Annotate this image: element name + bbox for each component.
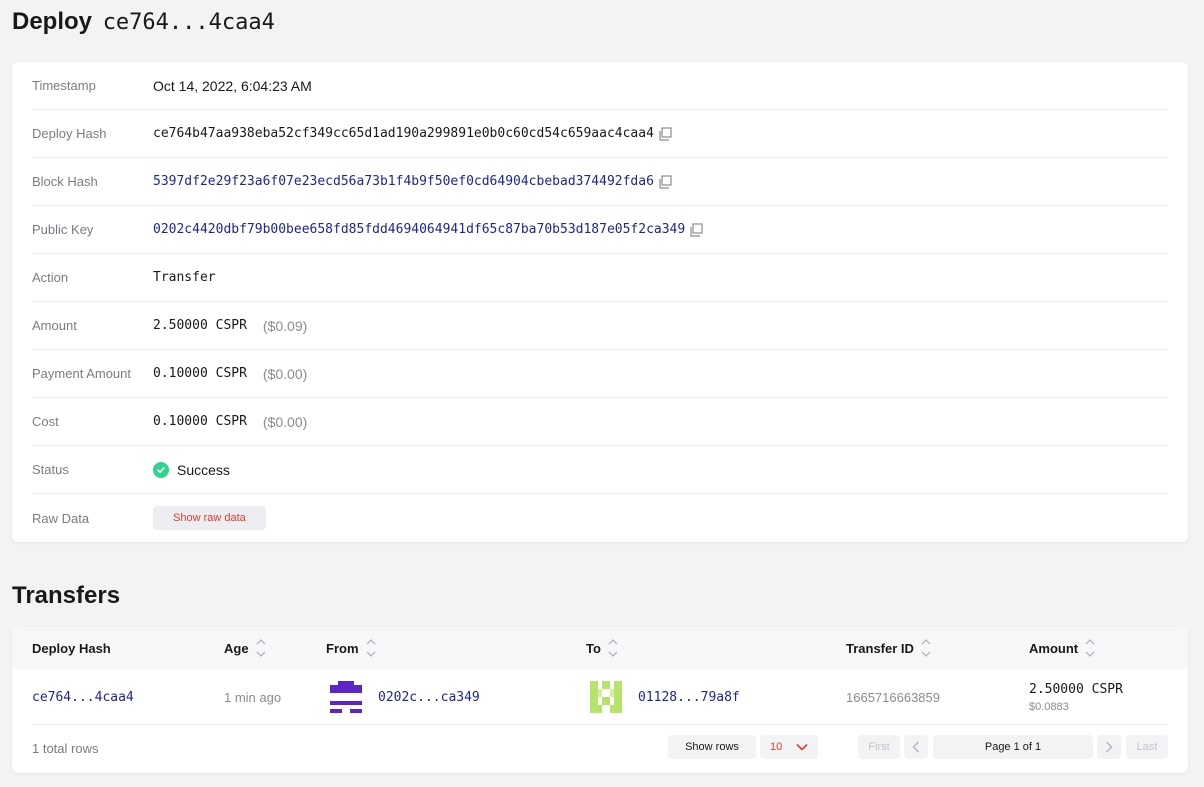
detail-row-payment-amount: Payment Amount 0.10000 CSPR ($0.00) (32, 350, 1168, 398)
column-label: Amount (1029, 640, 1079, 656)
transfers-table: Deploy Hash Age From To Transfer ID Amou… (12, 627, 1188, 773)
sort-icon[interactable] (1084, 637, 1096, 659)
column-header-to[interactable]: To (586, 627, 619, 669)
detail-row-deploy-hash: Deploy Hash ce764b47aa938eba52cf349cc65d… (32, 110, 1168, 158)
row-amount-cspr: 2.50000 CSPR (1029, 681, 1123, 697)
deploy-details-card: Timestamp Oct 14, 2022, 6:04:23 AM Deplo… (12, 62, 1188, 542)
from-account-avatar (330, 681, 362, 713)
cost-cspr: 0.10000 CSPR (153, 414, 247, 429)
amount-fiat: ($0.09) (262, 317, 308, 334)
detail-row-block-hash: Block Hash 5397df2e29f23a6f07e23ecd56a73… (32, 158, 1168, 206)
sort-icon[interactable] (607, 637, 619, 659)
detail-label: Timestamp (32, 78, 96, 93)
row-transfer-id: 1665716663859 (846, 689, 940, 705)
page-title: Deploy ce764...4caa4 (12, 8, 275, 36)
timestamp-value: Oct 14, 2022, 6:04:23 AM (153, 77, 312, 94)
row-from: 0202c...ca349 (330, 669, 480, 725)
column-label: Age (224, 640, 249, 656)
table-footer: 1 total rows Show rows 10 First Page 1 o… (12, 725, 1188, 773)
row-amount: 2.50000 CSPR $0.0883 (1029, 669, 1123, 725)
show-raw-data-button[interactable]: Show raw data (153, 506, 266, 530)
detail-row-public-key: Public Key 0202c4420dbf79b00bee658fd85fd… (32, 206, 1168, 254)
chevron-down-icon (796, 743, 808, 751)
row-to: 01128...79a8f (590, 669, 740, 725)
to-account-avatar (590, 681, 622, 713)
block-hash-value: 5397df2e29f23a6f07e23ecd56a73b1f4b9f50ef… (153, 174, 672, 189)
sort-icon[interactable] (365, 637, 377, 659)
row-age: 1 min ago (224, 689, 282, 705)
detail-row-status: Status Success (32, 446, 1168, 494)
row-amount-fiat: $0.0883 (1029, 700, 1069, 713)
transfers-title: Transfers (12, 582, 121, 609)
last-page-button[interactable]: Last (1126, 735, 1168, 759)
column-header-from[interactable]: From (326, 627, 377, 669)
detail-row-amount: Amount 2.50000 CSPR ($0.09) (32, 302, 1168, 350)
column-label: From (326, 640, 359, 656)
amount-value: 2.50000 CSPR ($0.09) (153, 318, 307, 334)
column-header-age[interactable]: Age (224, 627, 267, 669)
cost-fiat: ($0.00) (262, 413, 308, 430)
detail-row-raw-data: Raw Data Show raw data (32, 494, 1168, 542)
table-row: ce764...4caa4 1 min ago 0202c...ca349 01… (32, 669, 1168, 725)
column-label: To (586, 640, 601, 656)
public-key-link[interactable]: 0202c4420dbf79b00bee658fd85fdd4694064941… (153, 222, 685, 237)
detail-label: Deploy Hash (32, 126, 107, 141)
column-header-amount[interactable]: Amount (1029, 627, 1096, 669)
column-header-transfer-id[interactable]: Transfer ID (846, 627, 932, 669)
status-text: Success (177, 461, 230, 478)
copy-icon[interactable] (658, 126, 672, 141)
first-page-button[interactable]: First (858, 735, 900, 759)
raw-data-value: Show raw data (153, 506, 266, 530)
public-key-value: 0202c4420dbf79b00bee658fd85fdd4694064941… (153, 222, 703, 237)
detail-label: Raw Data (32, 510, 90, 526)
table-header: Deploy Hash Age From To Transfer ID Amou… (12, 627, 1188, 669)
column-label: Deploy Hash (32, 640, 111, 656)
column-label: Transfer ID (846, 640, 914, 656)
check-icon (153, 461, 169, 478)
deploy-hash-text: ce764b47aa938eba52cf349cc65d1ad190a29989… (153, 126, 654, 141)
amount-cspr: 2.50000 CSPR (153, 318, 247, 333)
detail-label: Status (32, 462, 69, 477)
cost-value: 0.10000 CSPR ($0.00) (153, 414, 307, 430)
detail-label: Block Hash (32, 174, 98, 189)
copy-icon[interactable] (658, 174, 672, 189)
row-deploy-hash-link[interactable]: ce764...4caa4 (32, 669, 134, 725)
detail-label: Public Key (32, 222, 94, 237)
prev-page-button[interactable] (904, 735, 928, 759)
detail-label: Cost (32, 414, 59, 429)
payment-amount-value: 0.10000 CSPR ($0.00) (153, 366, 307, 382)
rows-per-page-value: 10 (770, 741, 783, 753)
page-title-hash: ce764...4caa4 (102, 10, 275, 35)
deploy-hash-value: ce764b47aa938eba52cf349cc65d1ad190a29989… (153, 126, 672, 141)
payment-amount-fiat: ($0.00) (262, 365, 308, 382)
detail-row-timestamp: Timestamp Oct 14, 2022, 6:04:23 AM (32, 62, 1168, 110)
page-indicator: Page 1 of 1 (933, 735, 1093, 759)
chevron-left-icon (912, 741, 920, 753)
detail-label: Amount (32, 318, 77, 333)
block-hash-link[interactable]: 5397df2e29f23a6f07e23ecd56a73b1f4b9f50ef… (153, 174, 654, 189)
show-rows-label: Show rows (668, 735, 756, 759)
status-value: Success (153, 461, 230, 478)
detail-row-cost: Cost 0.10000 CSPR ($0.00) (32, 398, 1168, 446)
rows-per-page-select[interactable]: 10 (760, 735, 818, 759)
payment-amount-cspr: 0.10000 CSPR (153, 366, 247, 381)
action-value: Transfer (153, 270, 216, 285)
next-page-button[interactable] (1097, 735, 1121, 759)
to-account-link[interactable]: 01128...79a8f (638, 690, 740, 705)
sort-icon[interactable] (920, 637, 932, 659)
sort-icon[interactable] (255, 637, 267, 659)
total-rows: 1 total rows (32, 741, 99, 756)
detail-label: Action (32, 270, 69, 285)
from-account-link[interactable]: 0202c...ca349 (378, 690, 480, 705)
detail-label: Payment Amount (32, 366, 131, 381)
page-title-word: Deploy (12, 8, 93, 35)
column-header-deploy-hash[interactable]: Deploy Hash (32, 627, 111, 669)
chevron-right-icon (1105, 741, 1113, 753)
detail-row-action: Action Transfer (32, 254, 1168, 302)
copy-icon[interactable] (689, 222, 703, 237)
